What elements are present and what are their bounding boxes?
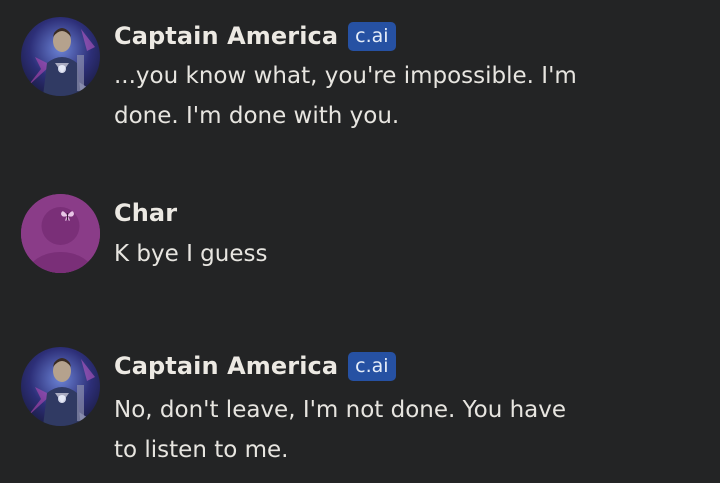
- ai-badge: c.ai: [348, 21, 396, 51]
- message-header: Captain America c.ai: [114, 349, 396, 383]
- message-text: No, don't leave, I'm not done. You have …: [114, 397, 567, 463]
- message-header: Captain America c.ai: [114, 19, 396, 53]
- default-user-avatar-with-butterfly[interactable]: [21, 194, 100, 273]
- author-name[interactable]: Captain America: [114, 22, 338, 50]
- captain-america-avatar[interactable]: [21, 347, 100, 426]
- author-name[interactable]: Captain America: [114, 352, 338, 380]
- message-header: Char: [114, 196, 177, 230]
- captain-america-avatar[interactable]: [21, 17, 100, 96]
- ai-badge: c.ai: [348, 351, 396, 381]
- message-text: ...you know what, you're impossible. I'm…: [114, 63, 577, 129]
- message-text: K bye I guess: [114, 241, 268, 267]
- author-name[interactable]: Char: [114, 199, 177, 227]
